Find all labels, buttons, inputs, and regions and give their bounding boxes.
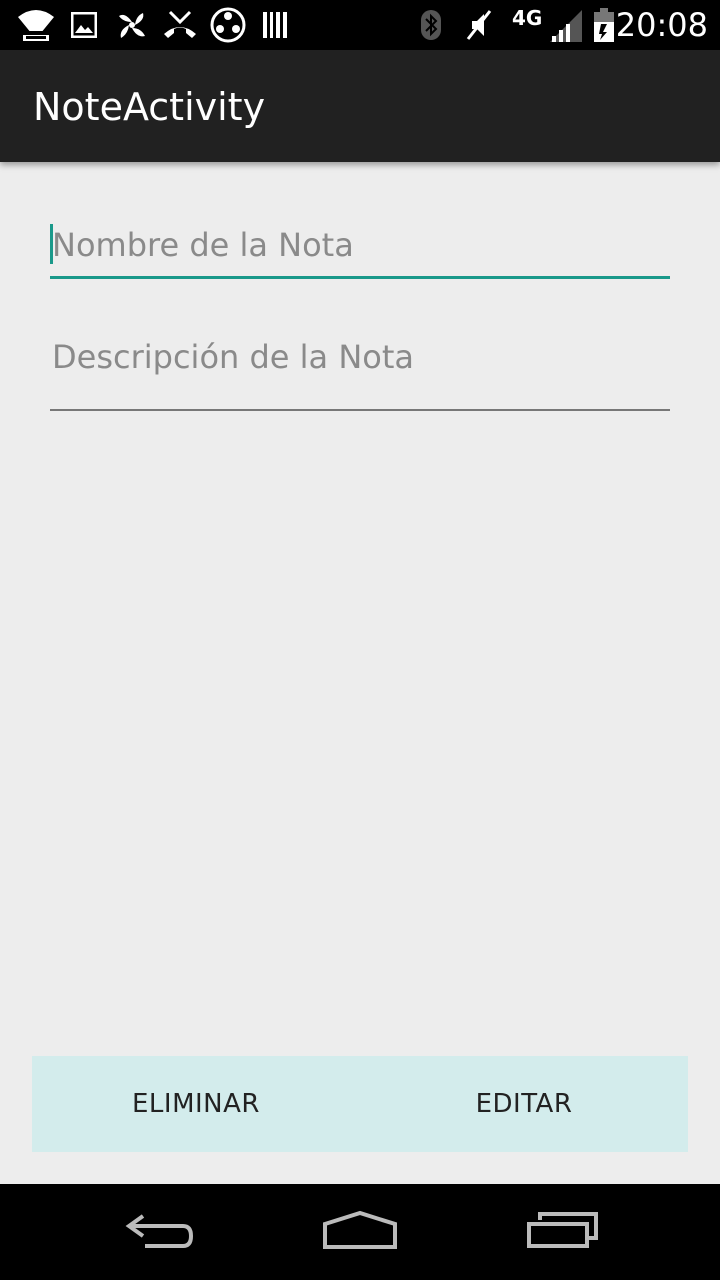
note-description-field-container [50, 326, 672, 411]
mute-icon [462, 8, 496, 42]
image-icon [70, 8, 98, 42]
action-bar: NoteActivity [0, 50, 720, 162]
status-bar: 4G 20:08 [0, 0, 720, 50]
back-button[interactable] [110, 1202, 210, 1262]
bluetooth-icon [418, 8, 444, 42]
network-type: 4G [512, 6, 543, 30]
navigation-bar [0, 1184, 720, 1280]
home-button[interactable] [310, 1202, 410, 1262]
pinwheel-icon [114, 8, 150, 42]
note-description-underline [50, 409, 670, 411]
recents-icon [526, 1210, 598, 1255]
screen: 4G 20:08 NoteActivity Nombre de la Nota … [0, 0, 720, 1280]
home-icon [322, 1210, 398, 1255]
clock: 20:08 [615, 6, 708, 44]
missed-call-icon [160, 8, 200, 42]
delete-button[interactable]: ELIMINAR [32, 1056, 360, 1152]
media-icon [208, 7, 248, 43]
page-title: NoteActivity [33, 85, 266, 129]
back-icon [125, 1210, 195, 1255]
note-name-field-container [50, 214, 672, 284]
wifi-icon [16, 8, 56, 42]
edit-button[interactable]: EDITAR [360, 1056, 688, 1152]
battery-icon [592, 8, 616, 42]
note-name-underline [50, 276, 670, 279]
note-name-input[interactable] [50, 214, 672, 276]
text-cursor [50, 224, 53, 264]
signal-icon [548, 8, 584, 42]
note-description-input[interactable] [50, 326, 672, 388]
button-bar: ELIMINAR EDITAR [32, 1056, 688, 1152]
barcode-icon [260, 8, 290, 42]
recents-button[interactable] [512, 1202, 612, 1262]
